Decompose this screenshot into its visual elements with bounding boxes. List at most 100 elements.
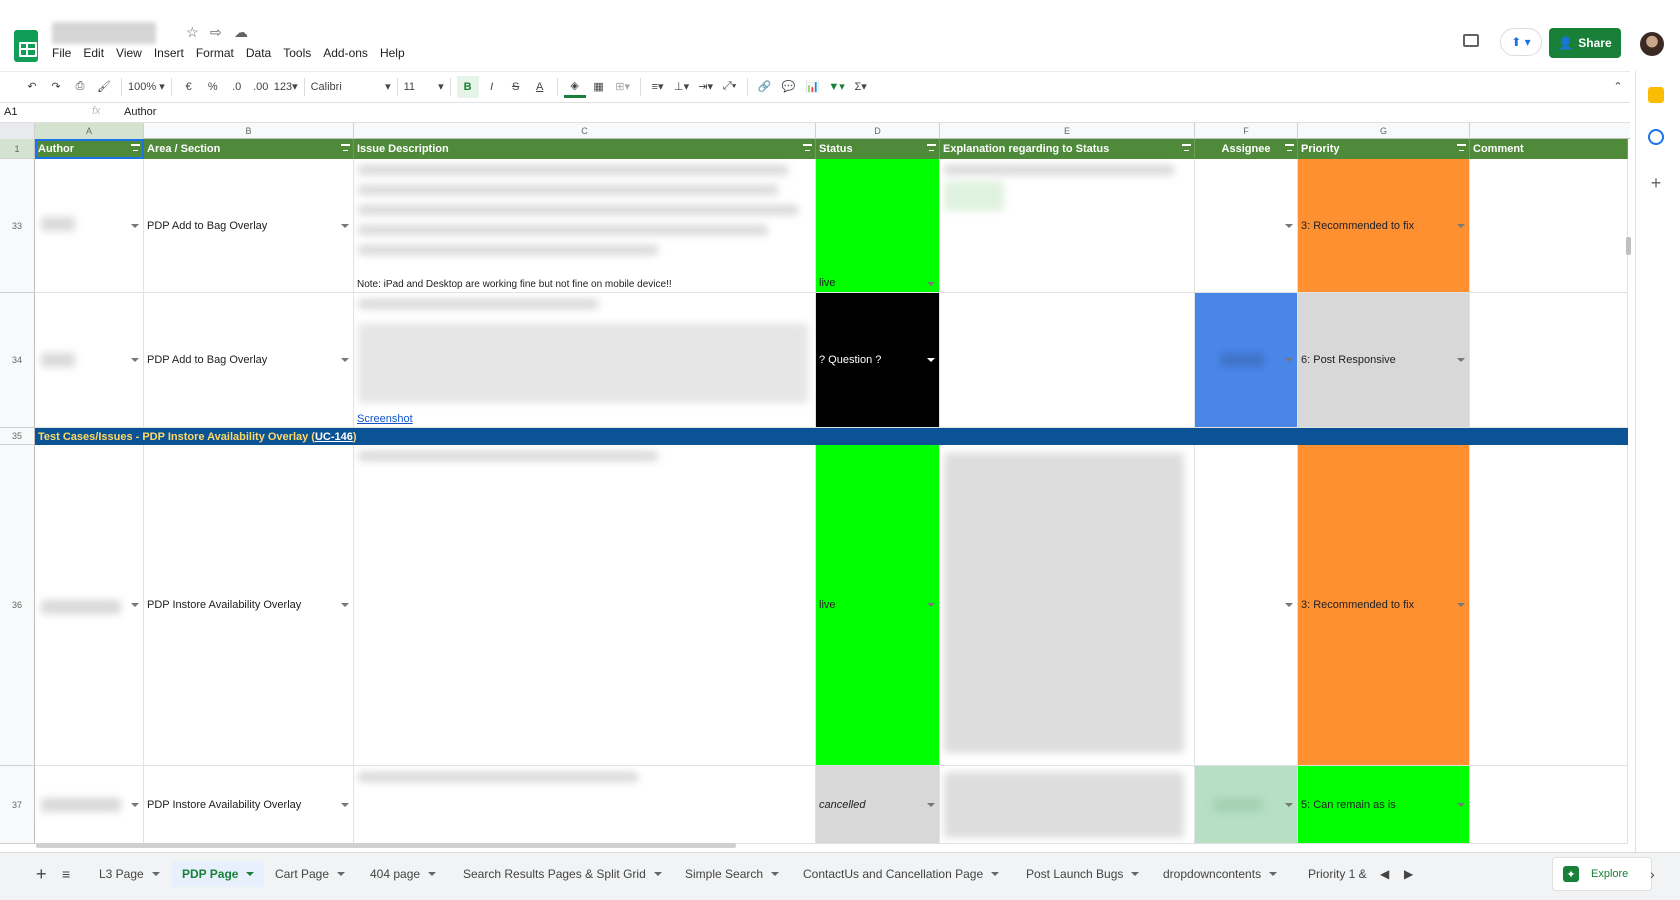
menu-file[interactable]: File <box>52 46 77 60</box>
screenshot-link[interactable]: Screenshot <box>357 413 413 425</box>
keep-icon[interactable] <box>1648 87 1664 103</box>
tab-404-page[interactable]: 404 page <box>370 861 437 887</box>
more-formats-button[interactable]: 123 ▾ <box>274 76 298 98</box>
column-header-e[interactable]: E <box>940 123 1195 139</box>
scroll-tabs-left-icon[interactable]: ◀ <box>1380 861 1389 887</box>
collapse-side-panel-icon[interactable]: › <box>1650 861 1655 887</box>
column-header-c[interactable]: C <box>354 123 816 139</box>
tab-pdp-page[interactable]: PDP Page <box>172 861 265 887</box>
section-ticket-link[interactable]: UC-146 <box>315 431 353 443</box>
dropdown-icon[interactable] <box>1457 603 1465 607</box>
star-icon[interactable]: ☆ <box>186 24 199 41</box>
insert-link-icon[interactable]: 🔗 <box>754 76 776 98</box>
filter-icon[interactable]: ▼▾ <box>826 76 848 98</box>
filter-status-icon[interactable] <box>927 144 936 152</box>
cell-e36[interactable] <box>940 445 1195 766</box>
dropdown-icon[interactable] <box>1285 223 1293 228</box>
row-header-35[interactable]: 35 <box>0 428 35 445</box>
dropdown-icon[interactable] <box>131 603 139 607</box>
cell-g36-priority[interactable]: 3: Recommended to fix <box>1298 445 1470 766</box>
cell-h37[interactable] <box>1470 766 1628 844</box>
column-header-a[interactable]: A <box>35 123 144 139</box>
move-folder-icon[interactable]: ⇨ <box>210 24 222 41</box>
filter-assignee-icon[interactable] <box>1285 144 1294 152</box>
cell-d36-status[interactable]: live <box>816 445 940 766</box>
section-header-row[interactable]: Test Cases/Issues - PDP Instore Availabi… <box>35 428 1628 445</box>
cell-d37-status[interactable]: cancelled <box>816 766 940 844</box>
dropdown-icon[interactable] <box>1457 223 1465 228</box>
filter-area-icon[interactable] <box>341 144 350 152</box>
cell-f34-assignee[interactable] <box>1195 293 1298 428</box>
filter-priority-icon[interactable] <box>1457 144 1466 152</box>
scroll-tabs-right-icon[interactable]: ▶ <box>1404 861 1413 887</box>
redo-icon[interactable]: ↷ <box>45 76 67 98</box>
currency-button[interactable]: € <box>178 76 200 98</box>
header-cell-author[interactable]: Author <box>35 139 144 159</box>
zoom-select[interactable]: 100% ▾ <box>128 76 165 98</box>
tasks-icon[interactable] <box>1648 129 1664 145</box>
dropdown-icon[interactable] <box>131 802 139 807</box>
column-header-f[interactable]: F <box>1195 123 1298 139</box>
font-size-select[interactable]: 11 ▾ <box>404 76 444 98</box>
text-wrapping-icon[interactable]: ⇥▾ <box>695 76 717 98</box>
increase-decimal-button[interactable]: .00 <box>250 76 272 98</box>
header-cell-area[interactable]: Area / Section <box>144 139 354 159</box>
dropdown-icon[interactable] <box>341 802 349 807</box>
header-cell-status[interactable]: Status <box>816 139 940 159</box>
header-cell-comment[interactable]: Comment <box>1470 139 1628 159</box>
row-header-37[interactable]: 37 <box>0 766 35 844</box>
menu-insert[interactable]: Insert <box>154 46 190 60</box>
cell-b34[interactable]: PDP Add to Bag Overlay <box>144 293 354 428</box>
cell-h33[interactable] <box>1470 159 1628 293</box>
add-addon-icon[interactable]: + <box>1648 174 1664 192</box>
cell-b33[interactable]: PDP Add to Bag Overlay <box>144 159 354 293</box>
menu-addons[interactable]: Add-ons <box>323 46 374 60</box>
text-color-icon[interactable]: A <box>529 76 551 98</box>
cell-f36[interactable] <box>1195 445 1298 766</box>
cell-e34[interactable] <box>940 293 1195 428</box>
column-header-b[interactable]: B <box>144 123 354 139</box>
tab-simple-search[interactable]: Simple Search <box>685 861 780 887</box>
column-header-d[interactable]: D <box>816 123 940 139</box>
row-header-36[interactable]: 36 <box>0 445 35 766</box>
select-all-corner[interactable] <box>0 123 35 139</box>
dropdown-icon[interactable] <box>927 358 935 362</box>
filter-explanation-icon[interactable] <box>1182 144 1191 152</box>
cell-g33-priority[interactable]: 3: Recommended to fix <box>1298 159 1470 293</box>
header-cell-explanation[interactable]: Explanation regarding to Status <box>940 139 1195 159</box>
dropdown-icon[interactable] <box>341 603 349 607</box>
dropdown-icon[interactable] <box>1285 603 1293 607</box>
menu-view[interactable]: View <box>116 46 148 60</box>
tab-search-results[interactable]: Search Results Pages & Split Grid <box>463 861 662 887</box>
tab-cart-page[interactable]: Cart Page <box>275 861 346 887</box>
filter-author-icon[interactable] <box>131 144 140 152</box>
tab-priority[interactable]: Priority 1 & <box>1308 861 1368 887</box>
tab-contactus[interactable]: ContactUs and Cancellation Page <box>803 861 1000 887</box>
share-button[interactable]: 👤 Share <box>1549 28 1621 58</box>
tab-post-launch-bugs[interactable]: Post Launch Bugs <box>1026 861 1140 887</box>
text-rotation-icon[interactable]: ⤢▾ <box>719 76 741 98</box>
dropdown-icon[interactable] <box>927 603 935 607</box>
decrease-decimal-button[interactable]: .0 <box>226 76 248 98</box>
percent-button[interactable]: % <box>202 76 224 98</box>
cell-f37-assignee[interactable] <box>1195 766 1298 844</box>
horizontal-scrollbar[interactable] <box>36 843 736 848</box>
cell-d34-status[interactable]: ? Question ? <box>816 293 940 428</box>
strikethrough-icon[interactable]: S <box>505 76 527 98</box>
dropdown-icon[interactable] <box>131 223 139 228</box>
cell-a36[interactable] <box>35 445 144 766</box>
insert-comment-icon[interactable]: 💬 <box>778 76 800 98</box>
add-sheet-icon[interactable]: + <box>36 861 47 887</box>
paint-format-icon[interactable]: 🖌 <box>93 76 115 98</box>
row-header-33[interactable]: 33 <box>0 159 35 293</box>
header-cell-issue[interactable]: Issue Description <box>354 139 816 159</box>
cell-e33[interactable] <box>940 159 1195 293</box>
present-button[interactable]: ⬆ ▾ <box>1500 28 1542 56</box>
avatar[interactable] <box>1640 32 1664 56</box>
cell-f33[interactable] <box>1195 159 1298 293</box>
cell-c37[interactable] <box>354 766 816 844</box>
insert-chart-icon[interactable]: 📊 <box>802 76 824 98</box>
cell-g34-priority[interactable]: 6: Post Responsive <box>1298 293 1470 428</box>
menu-help[interactable]: Help <box>380 46 411 60</box>
dropdown-icon[interactable] <box>341 358 349 362</box>
